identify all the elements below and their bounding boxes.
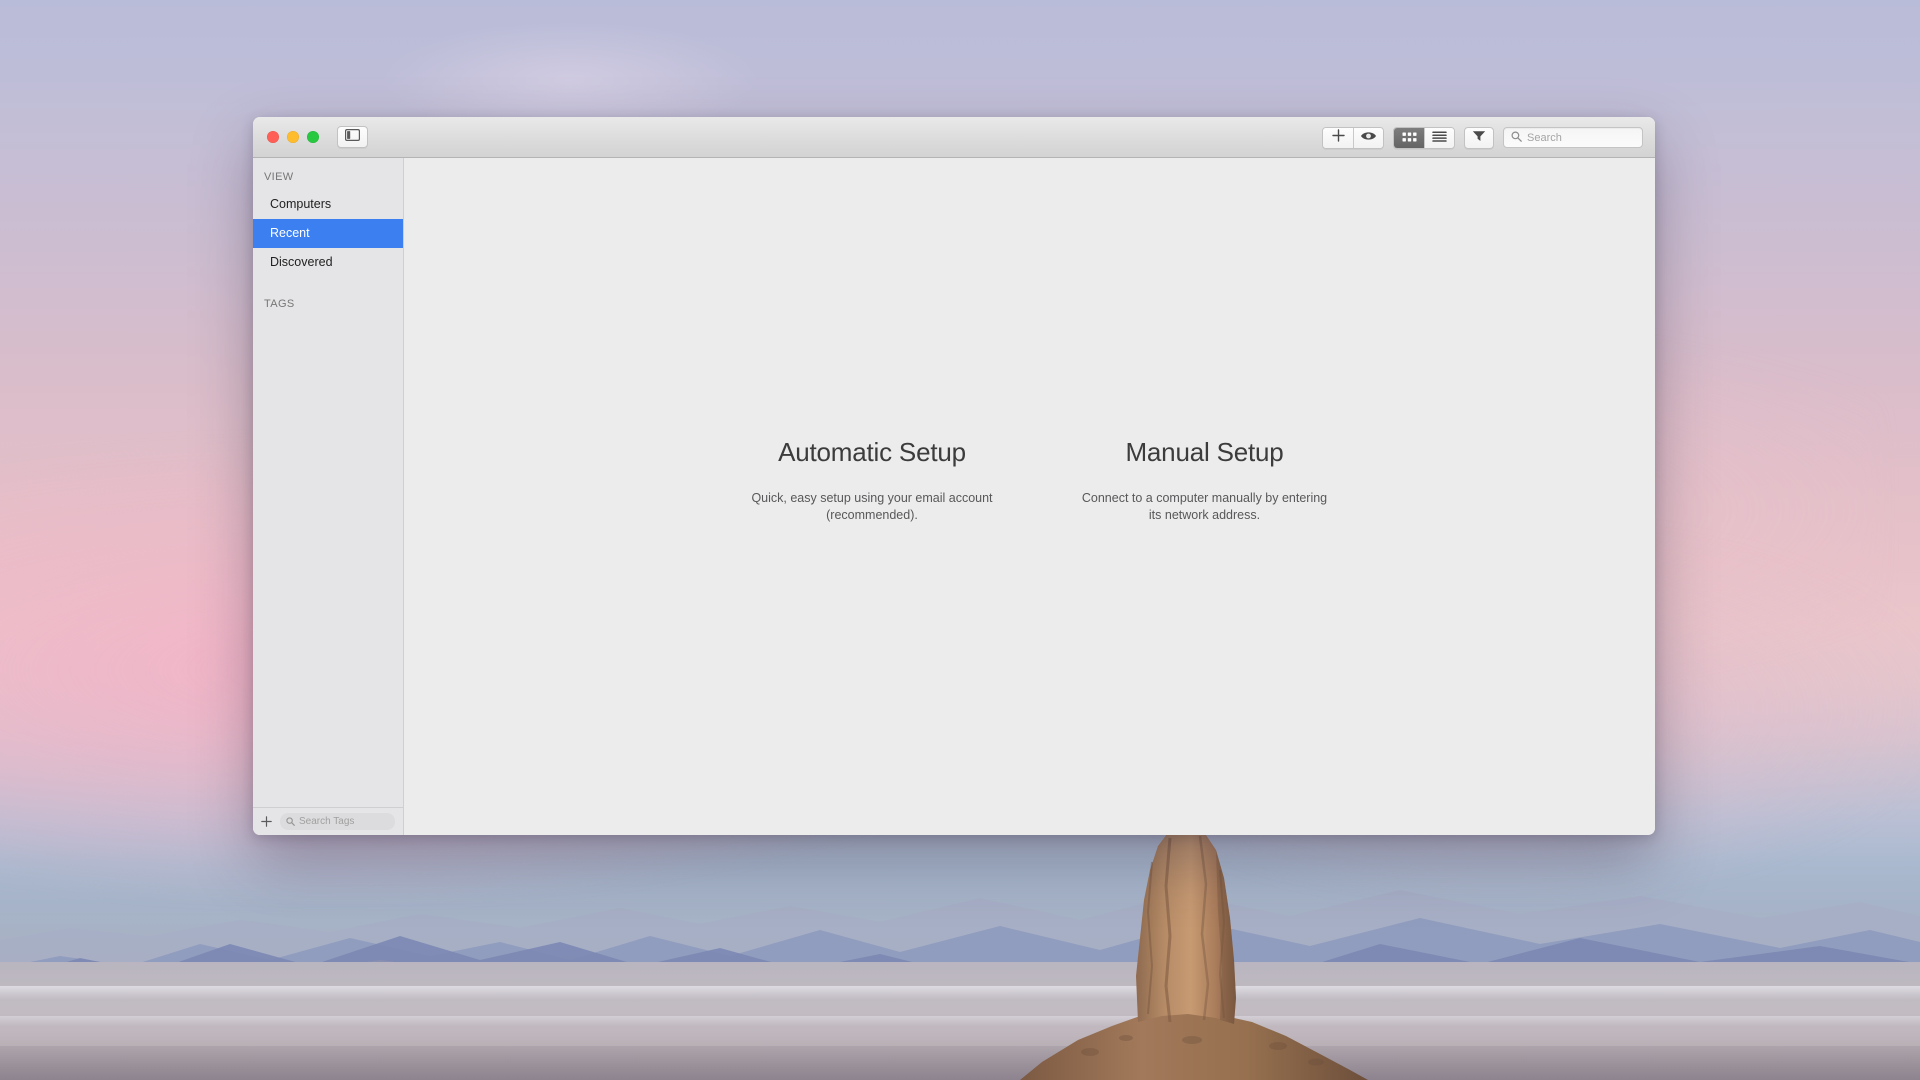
sidebar-item-discovered[interactable]: Discovered (253, 248, 403, 277)
plus-icon (261, 816, 272, 827)
sidebar-group-title-tags: TAGS (264, 298, 295, 310)
search-icon (1511, 129, 1522, 147)
sidebar-group-spacer (253, 277, 403, 296)
tag-search-placeholder: Search Tags (299, 816, 355, 827)
add-tag-button[interactable] (260, 815, 273, 828)
sidebar-list: VIEW Computers Recent Discovered TAGS (253, 158, 403, 807)
manual-setup-option[interactable]: Manual Setup Connect to a computer manua… (1080, 437, 1330, 524)
desert-shadow (0, 1046, 1920, 1080)
automatic-setup-option[interactable]: Automatic Setup Quick, easy setup using … (730, 437, 1015, 524)
manual-setup-description: Connect to a computer manually by enteri… (1081, 491, 1328, 522)
sidebar-item-computers[interactable]: Computers (253, 190, 403, 219)
tag-search-input[interactable]: Search Tags (280, 813, 395, 830)
window-titlebar: Search (253, 117, 1655, 158)
desert-highlight (0, 986, 1920, 1000)
grid-view-button[interactable] (1394, 127, 1424, 148)
rock-spire (1020, 826, 1380, 1080)
grid-view-icon (1402, 129, 1417, 147)
traffic-light-controls (267, 131, 319, 143)
search-icon (286, 813, 295, 831)
sidebar-item-recent[interactable]: Recent (253, 219, 403, 248)
content-area: Automatic Setup Quick, easy setup using … (404, 158, 1655, 835)
automatic-setup-description: Quick, easy setup using your email accou… (751, 491, 993, 522)
sidebar-footer: Search Tags (253, 807, 403, 835)
search-input[interactable]: Search (1503, 127, 1643, 148)
manual-setup-title: Manual Setup (1125, 437, 1284, 467)
automatic-setup-title: Automatic Setup (778, 437, 966, 467)
maximize-button[interactable] (307, 131, 319, 143)
preview-button[interactable] (1353, 127, 1383, 148)
add-preview-group (1322, 126, 1384, 149)
list-view-button[interactable] (1424, 127, 1454, 148)
sidebar-group-title-view: VIEW (264, 171, 294, 183)
sidebar-toggle-icon (345, 128, 361, 146)
funnel-filter-icon (1472, 129, 1486, 147)
setup-options-group: Automatic Setup Quick, easy setup using … (404, 437, 1655, 524)
desert-highlight-2 (0, 1016, 1920, 1026)
minimize-button[interactable] (287, 131, 299, 143)
toolbar-right-group: Search (1322, 117, 1643, 158)
list-view-icon (1432, 129, 1447, 147)
plus-icon (1331, 128, 1345, 147)
close-button[interactable] (267, 131, 279, 143)
eye-icon (1360, 129, 1377, 147)
window-body: VIEW Computers Recent Discovered TAGS Se… (253, 158, 1655, 835)
search-placeholder: Search (1527, 131, 1562, 144)
sidebar-toggle-button[interactable] (337, 126, 368, 148)
filter-button[interactable] (1464, 126, 1494, 149)
app-window: Search VIEW Computers Recent Discovered … (253, 117, 1655, 835)
view-mode-group (1393, 126, 1455, 149)
add-button[interactable] (1323, 127, 1353, 148)
sidebar: VIEW Computers Recent Discovered TAGS Se… (253, 158, 404, 835)
